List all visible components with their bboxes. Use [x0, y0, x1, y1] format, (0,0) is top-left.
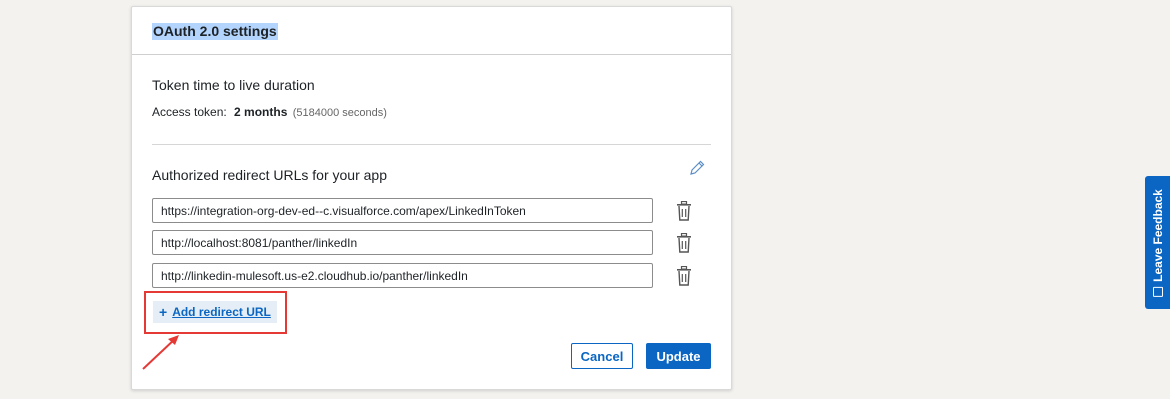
leave-feedback-tab[interactable]: Leave Feedback: [1145, 176, 1170, 309]
token-section-heading: Token time to live duration: [152, 77, 315, 93]
cancel-button[interactable]: Cancel: [571, 343, 633, 369]
pencil-icon[interactable]: [688, 159, 706, 177]
add-redirect-url-button[interactable]: + Add redirect URL: [153, 301, 277, 323]
trash-icon[interactable]: [676, 233, 692, 253]
section-divider: [152, 144, 711, 145]
redirect-section-heading: Authorized redirect URLs for your app: [152, 167, 387, 183]
add-redirect-url-label: Add redirect URL: [172, 305, 271, 319]
feedback-icon: [1152, 286, 1163, 297]
oauth-settings-card: OAuth 2.0 settings Token time to live du…: [131, 6, 732, 390]
update-button[interactable]: Update: [646, 343, 711, 369]
feedback-content: Leave Feedback: [1151, 189, 1165, 297]
card-header: OAuth 2.0 settings: [132, 7, 731, 55]
plus-icon: +: [159, 304, 168, 320]
access-token-row: Access token: 2 months (5184000 seconds): [152, 105, 387, 119]
redirect-url-input-2[interactable]: [152, 230, 653, 255]
access-token-seconds: (5184000 seconds): [292, 107, 387, 119]
access-token-value: 2 months: [234, 105, 288, 119]
access-token-label: Access token:: [152, 105, 227, 119]
trash-icon[interactable]: [676, 201, 692, 221]
annotation-arrow-icon: [142, 335, 179, 370]
feedback-label: Leave Feedback: [1150, 188, 1165, 282]
trash-icon[interactable]: [676, 266, 692, 286]
redirect-url-input-1[interactable]: [152, 198, 653, 223]
card-title: OAuth 2.0 settings: [152, 23, 278, 40]
redirect-url-input-3[interactable]: [152, 263, 653, 288]
